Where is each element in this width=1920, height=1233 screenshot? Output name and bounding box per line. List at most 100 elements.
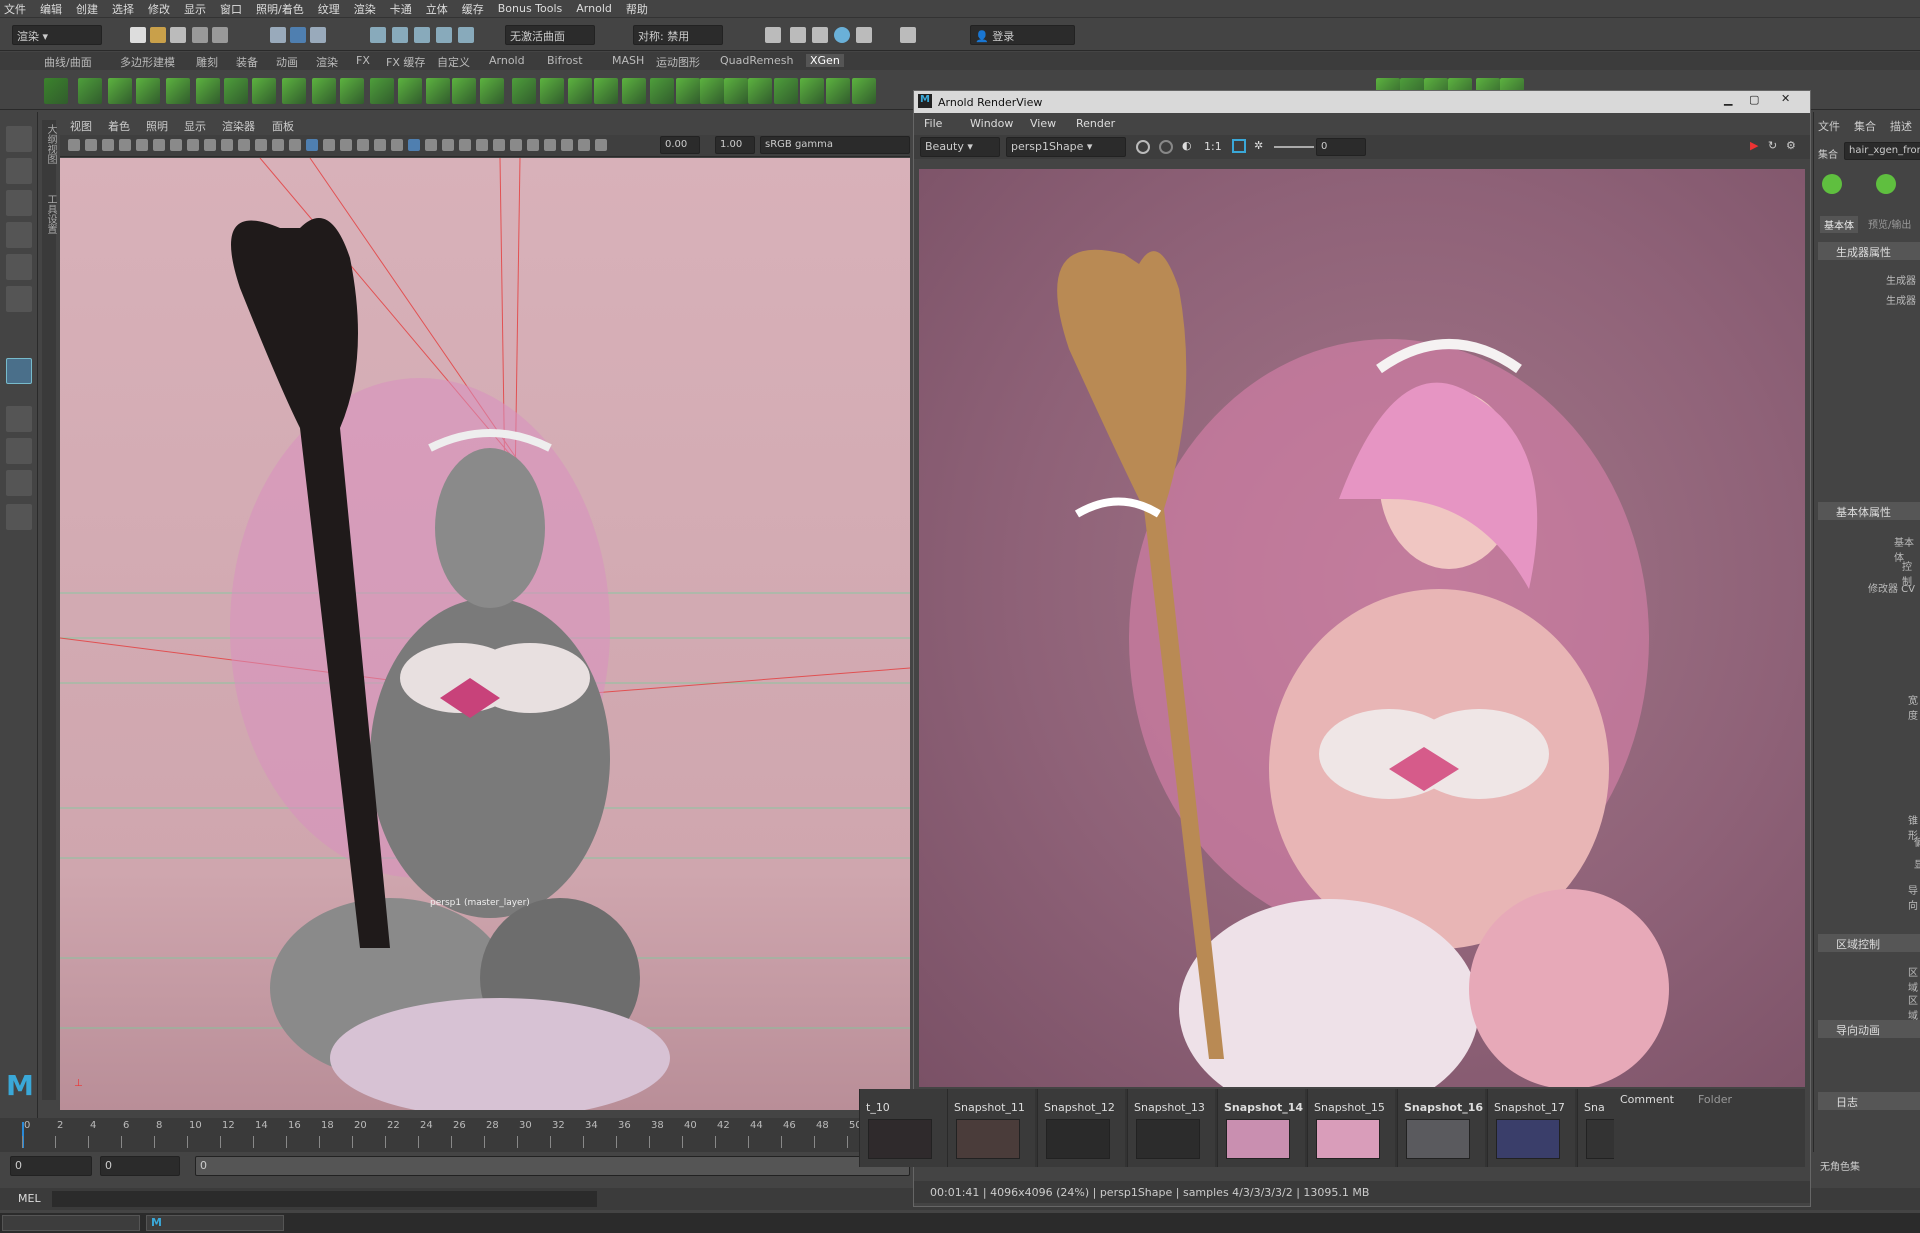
gear-icon[interactable]	[1136, 140, 1150, 154]
menu-item[interactable]: 帮助	[626, 1, 648, 17]
login-button[interactable]: 👤 登录	[970, 25, 1075, 45]
select-object-icon[interactable]	[290, 27, 306, 43]
snapshot-item[interactable]: Snapshot_12	[1037, 1089, 1125, 1167]
viewport-tool-icon[interactable]	[374, 139, 386, 151]
shelf-tab[interactable]: MASH	[612, 54, 644, 67]
xgen-shelf-icon[interactable]	[252, 78, 276, 104]
xgen-shelf-icon[interactable]	[312, 78, 336, 104]
viewport-tool-icon[interactable]	[408, 139, 420, 151]
shelf-tab[interactable]: Arnold	[489, 54, 525, 67]
xgen-shelf-icon[interactable]	[108, 78, 132, 104]
lasso-tool-icon[interactable]	[6, 158, 32, 184]
viewport-tool-icon[interactable]	[340, 139, 352, 151]
shelf-tab[interactable]: QuadRemesh	[720, 54, 793, 67]
viewport-tool-icon[interactable]	[153, 139, 165, 151]
menu-item[interactable]: 选择	[112, 1, 134, 17]
viewport-tool-icon[interactable]	[306, 139, 318, 151]
live-surface-field[interactable]: 无激活曲面	[505, 25, 595, 45]
crop-icon[interactable]	[1232, 139, 1246, 153]
ipr-render-icon[interactable]	[790, 27, 806, 43]
viewport-tool-icon[interactable]	[187, 139, 199, 151]
render-image[interactable]	[919, 169, 1805, 1087]
viewport-tool-icon[interactable]	[136, 139, 148, 151]
paint-select-icon[interactable]	[6, 190, 32, 216]
visibility-eye-icon[interactable]	[1822, 174, 1842, 194]
viewport-tool-icon[interactable]	[170, 139, 182, 151]
preview-icon[interactable]	[1876, 174, 1896, 194]
menu-item[interactable]: 编辑	[40, 1, 62, 17]
select-component-icon[interactable]	[310, 27, 326, 43]
xgen-shelf-icon[interactable]	[800, 78, 824, 104]
exposure-slider[interactable]	[1274, 146, 1314, 148]
menu-item[interactable]: 显示	[184, 1, 206, 17]
viewport-tool-icon[interactable]	[561, 139, 573, 151]
viewport-tool-icon[interactable]	[476, 139, 488, 151]
select-hierarchy-icon[interactable]	[270, 27, 286, 43]
xgen-shelf-icon[interactable]	[340, 78, 364, 104]
shelf-tab[interactable]: 自定义	[437, 54, 470, 70]
symmetry-select[interactable]: 对称: 禁用	[633, 25, 723, 45]
start-frame-field[interactable]: 0	[10, 1156, 92, 1176]
viewport-tool-icon[interactable]	[578, 139, 590, 151]
ae-menu-description[interactable]: 描述	[1890, 118, 1912, 134]
menu-item[interactable]: 渲染	[354, 1, 376, 17]
viewport-tool-icon[interactable]	[493, 139, 505, 151]
xgen-shelf-icon[interactable]	[594, 78, 618, 104]
settings-icon[interactable]: ⚙	[1786, 139, 1796, 152]
viewport-tool-icon[interactable]	[238, 139, 250, 151]
viewport-tool-icon[interactable]	[323, 139, 335, 151]
tab-primitives[interactable]: 基本体	[1820, 216, 1858, 233]
xgen-shelf-icon[interactable]	[724, 78, 748, 104]
snapshot-item[interactable]: t_10	[859, 1089, 947, 1167]
maximize-icon[interactable]: ▢	[1749, 93, 1759, 106]
xgen-shelf-icon[interactable]	[78, 78, 102, 104]
viewport-tool-icon[interactable]	[289, 139, 301, 151]
render-view-icon[interactable]	[856, 27, 872, 43]
viewport-tool-icon[interactable]	[544, 139, 556, 151]
time-slider[interactable]: 0 2 4 6 8 10 12 14 16 18 20 22 24 26 28 30 32 34 36 38 40 42 4…	[0, 1118, 910, 1152]
xgen-shelf-icon[interactable]	[370, 78, 394, 104]
aov-select[interactable]: Beauty ▾	[920, 137, 1000, 157]
exposure-field[interactable]: 0.00	[660, 136, 700, 154]
xgen-shelf-icon[interactable]	[196, 78, 220, 104]
viewport-tool-icon[interactable]	[391, 139, 403, 151]
color-picker-icon[interactable]: ◐	[1182, 139, 1192, 152]
folder-tab[interactable]: Folder	[1698, 1093, 1732, 1106]
xgen-shelf-icon[interactable]	[452, 78, 476, 104]
snapshot-item[interactable]: Snapshot_16	[1397, 1089, 1485, 1167]
menu-item[interactable]: Bonus Tools	[498, 2, 563, 15]
range-bar-slider[interactable]: 0	[195, 1156, 910, 1176]
xgen-shelf-icon[interactable]	[426, 78, 450, 104]
snapshot-item[interactable]: Snapshot_13	[1127, 1089, 1215, 1167]
shelf-tab[interactable]: 曲线/曲面	[44, 54, 92, 70]
undo-icon[interactable]	[192, 27, 208, 43]
viewport-menu-item[interactable]: 面板	[272, 118, 294, 134]
section-region-control[interactable]: 区域控制	[1818, 934, 1920, 952]
pause-icon[interactable]	[900, 27, 916, 43]
minimize-icon[interactable]: ▁	[1724, 93, 1732, 106]
xgen-shelf-icon[interactable]	[622, 78, 646, 104]
gamma-field[interactable]: 1.00	[715, 136, 755, 154]
redo-icon[interactable]	[212, 27, 228, 43]
shelf-tab[interactable]: Bifrost	[547, 54, 583, 67]
shelf-tab[interactable]: 动画	[276, 54, 298, 70]
viewport-tool-icon[interactable]	[255, 139, 267, 151]
hypershade-icon[interactable]	[834, 27, 850, 43]
xgen-shelf-icon[interactable]	[676, 78, 700, 104]
xgen-shelf-icon[interactable]	[224, 78, 248, 104]
section-log[interactable]: 日志	[1818, 1092, 1920, 1110]
shelf-tab[interactable]: 装备	[236, 54, 258, 70]
viewport-tool-icon[interactable]	[68, 139, 80, 151]
single-pane-icon[interactable]	[6, 406, 32, 432]
ae-menu-collection[interactable]: 集合	[1854, 118, 1876, 134]
xgen-shelf-icon[interactable]	[568, 78, 592, 104]
renderview-menu-item[interactable]: Render	[1076, 117, 1115, 130]
close-icon[interactable]: ✕	[1781, 92, 1790, 105]
xgen-shelf-icon[interactable]	[166, 78, 190, 104]
colorspace-select[interactable]: sRGB gamma	[760, 136, 910, 154]
xgen-shelf-icon[interactable]	[282, 78, 306, 104]
charset-label[interactable]: 无角色集	[1820, 1158, 1860, 1173]
ratio-label[interactable]: 1:1	[1204, 140, 1222, 153]
menu-item[interactable]: 创建	[76, 1, 98, 17]
section-guide-animation[interactable]: 导向动画	[1818, 1020, 1920, 1038]
